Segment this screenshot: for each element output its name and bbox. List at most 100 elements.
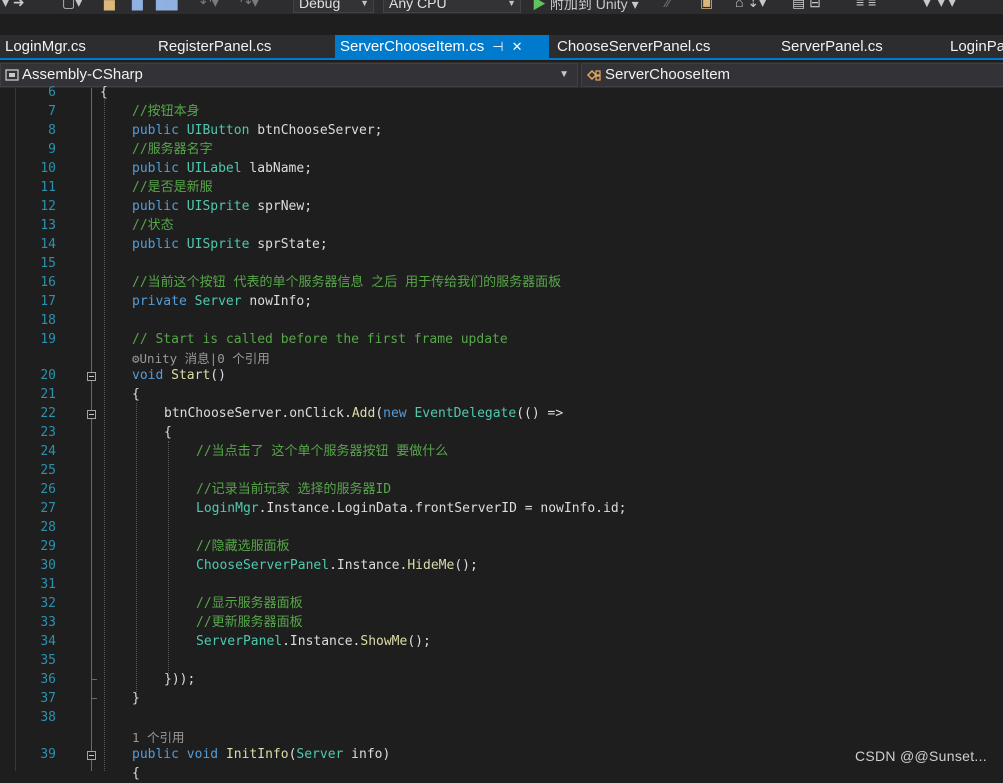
line-number: 10 <box>40 161 56 176</box>
line-number: 26 <box>40 482 56 497</box>
configuration-dropdown[interactable]: Debug ▼ <box>293 0 374 13</box>
chevron-down-icon: ▼ <box>360 0 369 8</box>
code-line: ChooseServerPanel.Instance.HideMe(); <box>196 558 478 573</box>
bookmark-icon[interactable]: ▼ ▾ ▾ <box>920 0 956 12</box>
new-project-icon[interactable]: ▢▾ <box>62 0 82 12</box>
platform-dropdown[interactable]: Any CPU ▼ <box>383 0 521 13</box>
collapse-icon[interactable] <box>87 372 96 381</box>
save-all-icon[interactable]: ▆▆ <box>156 0 178 12</box>
line-number: 22 <box>40 406 56 421</box>
line-number: 38 <box>40 710 56 725</box>
csharp-project-icon <box>5 69 19 81</box>
line-number: 13 <box>40 218 56 233</box>
navigation-bar: Assembly-CSharp ▼ ServerChooseItem <box>0 62 1003 88</box>
code-editor[interactable]: 6 7 8 9 10 11 12 13 14 15 16 17 18 19 20… <box>0 85 1003 781</box>
hot-reload-icon[interactable]: ⁄⁄ <box>666 0 671 12</box>
pin-icon[interactable]: ⊣ <box>492 35 503 58</box>
document-tabs: LoginMgr.cs RegisterPanel.cs ServerChoos… <box>0 35 1003 60</box>
gutter-divider <box>15 88 16 771</box>
line-number: 23 <box>40 425 56 440</box>
code-comment: // Start is called before the first fram… <box>132 332 508 347</box>
tab-serverpanel[interactable]: ServerPanel.cs <box>776 35 944 58</box>
save-icon[interactable]: ▆ <box>132 0 143 12</box>
code-line: public UISprite sprState; <box>132 237 328 252</box>
project-dropdown[interactable]: Assembly-CSharp ▼ <box>0 63 578 87</box>
outline-end <box>91 698 97 699</box>
open-folder-icon[interactable]: ▅ <box>104 0 115 12</box>
code-comment: //隐藏选服面板 <box>196 539 290 554</box>
undo-icon[interactable]: ↶▾ <box>200 0 219 12</box>
platform-value: Any CPU <box>389 0 447 11</box>
tab-label: ChooseServerPanel.cs <box>557 38 711 55</box>
tab-label: RegisterPanel.cs <box>158 38 272 55</box>
class-label: ServerChooseItem <box>605 66 731 83</box>
tab-loginmgr[interactable]: LoginMgr.cs <box>0 35 155 58</box>
code-comment: //服务器名字 <box>132 142 213 157</box>
line-number: 30 <box>40 558 56 573</box>
line-number: 24 <box>40 444 56 459</box>
collapse-icon[interactable] <box>87 751 96 760</box>
class-dropdown[interactable]: ServerChooseItem <box>581 63 1003 87</box>
code-line: private Server nowInfo; <box>132 294 313 309</box>
code-line: } <box>132 691 140 706</box>
line-number: 32 <box>40 596 56 611</box>
code-line: })); <box>164 672 196 687</box>
line-number: 25 <box>40 463 56 478</box>
watermark: CSDN @@Sunset... <box>854 748 987 764</box>
line-number: 39 <box>40 747 56 762</box>
code-comment: //更新服务器面板 <box>196 615 303 630</box>
tab-chooseserverpanel[interactable]: ChooseServerPanel.cs <box>552 35 774 58</box>
line-number: 27 <box>40 501 56 516</box>
line-number: 28 <box>40 520 56 535</box>
indent-guide <box>168 441 169 673</box>
outline-line <box>91 88 92 771</box>
code-line-partial: { <box>132 766 140 781</box>
tab-label: LoginPa <box>950 38 1003 55</box>
layout-icon[interactable]: ▤ ⊟ <box>792 0 821 12</box>
line-number: 14 <box>40 237 56 252</box>
line-number: 8 <box>48 123 56 138</box>
code-line: { <box>100 85 108 100</box>
code-line: { <box>164 425 172 440</box>
line-number: 17 <box>40 294 56 309</box>
code-line: public UISprite sprNew; <box>132 199 313 214</box>
line-number: 12 <box>40 199 56 214</box>
class-icon <box>586 69 601 81</box>
code-comment: //当点击了 这个单个服务器按钮 要做什么 <box>196 444 449 459</box>
line-number: 15 <box>40 256 56 271</box>
attach-unity-label: 附加到 Unity <box>549 0 628 12</box>
indent-icon[interactable]: ≡ ≡ <box>856 0 876 12</box>
tab-label: ServerChooseItem.cs <box>340 38 485 55</box>
line-number: 36 <box>40 672 56 687</box>
collapse-icon[interactable] <box>87 410 96 419</box>
tab-label: ServerPanel.cs <box>781 38 883 55</box>
chevron-down-icon: ▼ <box>559 69 569 80</box>
tab-registerpanel[interactable]: RegisterPanel.cs <box>153 35 333 58</box>
line-number: 29 <box>40 539 56 554</box>
code-line: ServerPanel.Instance.ShowMe(); <box>196 634 431 649</box>
close-icon[interactable]: ✕ <box>512 35 523 58</box>
attach-unity-button[interactable]: ▶ 附加到 Unity ▾ <box>532 0 639 12</box>
line-number: 7 <box>48 104 56 119</box>
project-label: Assembly-CSharp <box>22 66 143 83</box>
line-number: 9 <box>48 142 56 157</box>
code-line: void Start() <box>132 368 226 383</box>
redo-icon[interactable]: ↷▾ <box>240 0 259 12</box>
unity-icon: ⚙ <box>132 351 140 366</box>
line-number: 18 <box>40 313 56 328</box>
line-number: 37 <box>40 691 56 706</box>
indent-guide <box>104 100 105 771</box>
indent-guide <box>136 403 137 692</box>
toolbar: ▾ ➜ ▢▾ ▅ ▆ ▆▆ ↶▾ ↷▾ Debug ▼ Any CPU ▼ ▶ 附加… <box>0 0 1003 14</box>
find-icon[interactable]: ▣ <box>700 0 713 12</box>
navigate-arrows-icon[interactable]: ▾ ➜ <box>2 0 25 12</box>
configuration-value: Debug <box>299 0 341 11</box>
line-number: 11 <box>40 180 56 195</box>
home-icon[interactable]: ⌂ ⇣▾ <box>735 0 766 12</box>
tab-serverchooseitem[interactable]: ServerChooseItem.cs ⊣ ✕ <box>335 35 549 58</box>
tab-loginpanel[interactable]: LoginPa <box>945 35 1003 58</box>
code-comment: //是否是新服 <box>132 180 213 195</box>
code-line: public UILabel labName; <box>132 161 313 176</box>
code-comment: //按钮本身 <box>132 104 200 119</box>
code-line: public void InitInfo(Server info) <box>132 747 391 762</box>
